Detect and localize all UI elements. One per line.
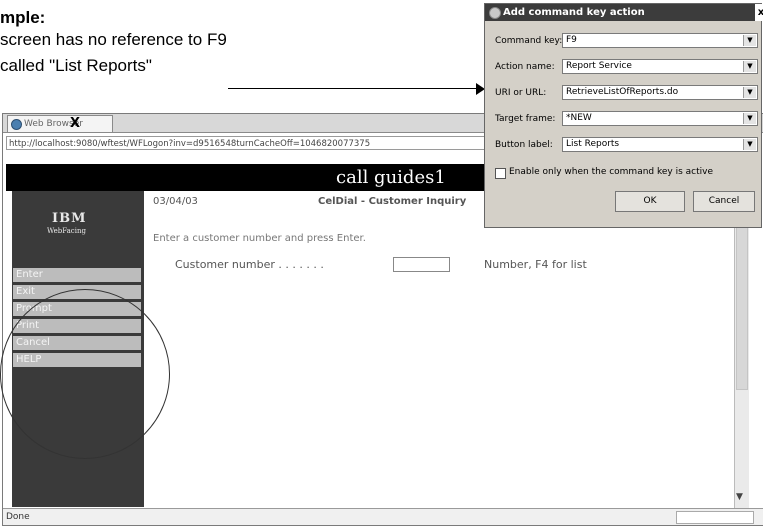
chevron-down-icon[interactable]: ▼ (743, 113, 756, 124)
uri-url-label: URI or URL: (495, 88, 547, 98)
header-title: call guides1 (336, 167, 446, 188)
enable-only-active-checkbox[interactable] (495, 168, 506, 179)
action-name-label: Action name: (495, 62, 555, 72)
dialog-title: Add command key action (503, 7, 645, 18)
screen-date: 03/04/03 (153, 196, 198, 207)
add-command-key-dialog: Add command key action x Command key: F9… (484, 3, 763, 228)
browser-tab[interactable]: Web Browser X (7, 115, 113, 132)
action-name-value: Report Service (566, 61, 632, 71)
annotation-line-2: called "List Reports" (0, 56, 152, 75)
uri-url-select[interactable]: RetrieveListOfReports.do ▼ (562, 85, 758, 100)
instruction-text: Enter a customer number and press Enter. (153, 233, 366, 244)
command-key-select[interactable]: F9 ▼ (562, 33, 758, 48)
status-bar: Done (3, 508, 763, 525)
close-tab-icon[interactable]: X (70, 116, 80, 132)
dialog-close-icon[interactable]: x (755, 4, 763, 21)
scroll-down-arrow-icon[interactable]: ▼ (736, 492, 743, 502)
enter-button[interactable]: Enter (13, 268, 141, 282)
command-key-label: Command key: (495, 36, 563, 46)
screen-title: CelDial - Customer Inquiry (318, 196, 467, 207)
chevron-down-icon[interactable]: ▼ (743, 35, 756, 46)
annotation-line-1: screen has no reference to F9 (0, 30, 227, 49)
chevron-down-icon[interactable]: ▼ (743, 139, 756, 150)
highlight-circle (0, 289, 170, 459)
ibm-logo: IBM (52, 211, 87, 226)
dialog-titlebar: Add command key action x (485, 4, 763, 21)
target-frame-value: *NEW (566, 113, 592, 123)
button-label-value: List Reports (566, 139, 620, 149)
callout-line (228, 88, 478, 89)
dialog-app-icon (489, 7, 501, 19)
annotation-title: mple: (0, 8, 46, 27)
target-frame-label: Target frame: (495, 114, 556, 124)
cancel-button[interactable]: Cancel (693, 191, 755, 212)
button-label-select[interactable]: List Reports ▼ (562, 137, 758, 152)
button-label-label: Button label: (495, 140, 553, 150)
globe-icon (11, 119, 22, 130)
chevron-down-icon[interactable]: ▼ (743, 61, 756, 72)
target-frame-select[interactable]: *NEW ▼ (562, 111, 758, 126)
customer-number-hint: Number, F4 for list (484, 258, 587, 271)
command-key-value: F9 (566, 35, 577, 45)
enable-only-active-label: Enable only when the command key is acti… (509, 167, 714, 177)
customer-number-input[interactable] (393, 257, 450, 272)
scrollbar-thumb[interactable] (736, 218, 748, 390)
status-text: Done (6, 512, 30, 522)
webfacing-logo-text: WebFacing (47, 227, 86, 235)
status-progress-panel (676, 511, 754, 524)
chevron-down-icon[interactable]: ▼ (743, 87, 756, 98)
uri-url-value: RetrieveListOfReports.do (566, 87, 679, 97)
customer-number-label: Customer number . . . . . . . (175, 258, 324, 271)
action-name-select[interactable]: Report Service ▼ (562, 59, 758, 74)
ok-button[interactable]: OK (615, 191, 685, 212)
